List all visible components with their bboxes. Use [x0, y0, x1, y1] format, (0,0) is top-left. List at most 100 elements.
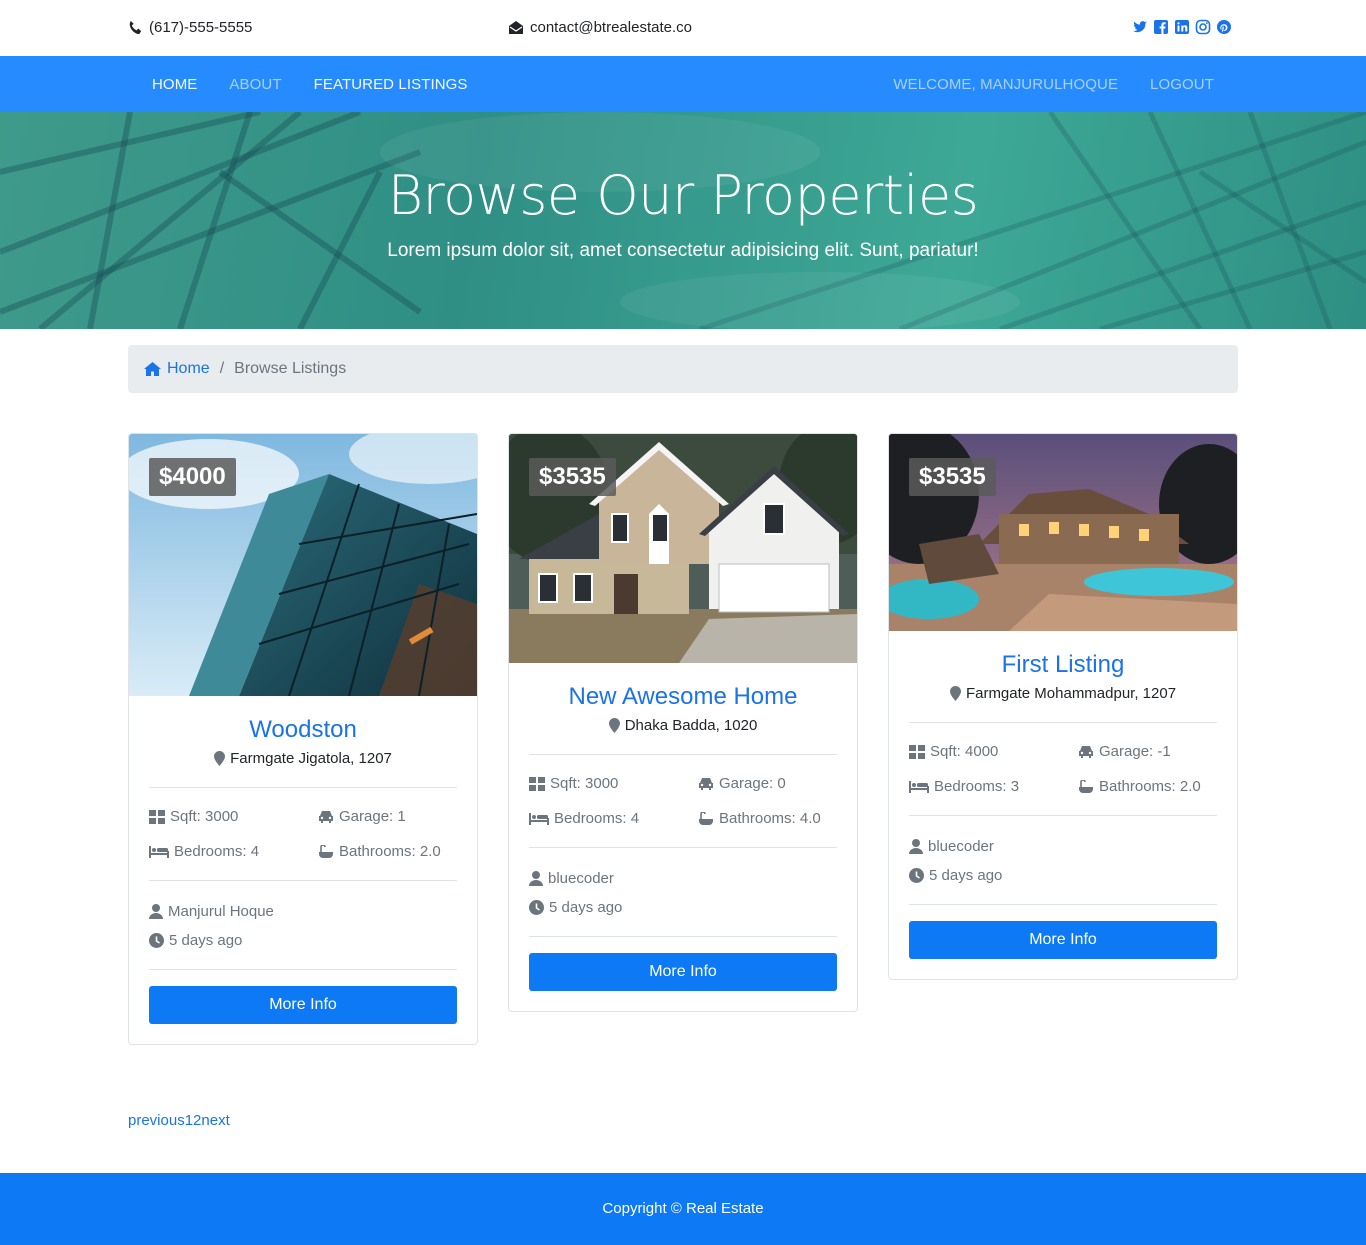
- linkedin-icon[interactable]: [1174, 19, 1190, 35]
- twitter-icon[interactable]: [1132, 19, 1148, 35]
- listing-image[interactable]: $3535: [509, 434, 857, 663]
- breadcrumb-separator: /: [219, 360, 225, 377]
- spec-bathrooms-label: Bathrooms: 4.0: [719, 810, 821, 827]
- nav-home[interactable]: Home: [136, 76, 213, 93]
- listing-title[interactable]: First Listing: [909, 651, 1217, 679]
- envelope-open-icon: [509, 21, 523, 34]
- spec-bathrooms-label: Bathrooms: 2.0: [1099, 778, 1201, 795]
- listing-specs: Sqft: 4000 Garage: -1 Bedrooms: 3 Bathro…: [909, 723, 1217, 815]
- nav-logout[interactable]: Logout: [1134, 76, 1230, 93]
- listing-posted: 5 days ago: [149, 932, 457, 949]
- listing-body: New Awesome Home Dhaka Badda, 1020 Sqft:…: [509, 683, 857, 991]
- listing-realtor-name: Manjurul Hoque: [168, 903, 274, 920]
- listing-location-text: Farmgate Mohammadpur, 1207: [965, 685, 1177, 702]
- bed-icon: [529, 812, 549, 825]
- bed-icon: [909, 780, 929, 793]
- more-info-button[interactable]: More Info: [909, 921, 1217, 959]
- breadcrumb-home[interactable]: Home: [144, 360, 210, 378]
- home-icon: [144, 362, 161, 376]
- user-icon: [529, 871, 543, 886]
- divider: [529, 936, 837, 937]
- email-address: contact@btrealestate.co: [530, 19, 692, 36]
- listing-price: $3535: [909, 458, 996, 496]
- listing-image[interactable]: $3535: [889, 434, 1237, 631]
- user-icon: [909, 839, 923, 854]
- spec-garage-label: Garage: -1: [1099, 743, 1171, 760]
- more-info-button[interactable]: More Info: [529, 953, 837, 991]
- top-contact-bar: (617)-555-5555 contact@btrealestate.co: [0, 0, 1366, 56]
- hero-title: Browse Our Properties: [387, 164, 979, 227]
- bed-icon: [149, 845, 169, 858]
- car-icon: [699, 778, 713, 790]
- spec-sqft: Sqft: 3000: [149, 808, 318, 825]
- pinterest-icon[interactable]: [1216, 19, 1232, 35]
- spec-bedrooms-label: Bedrooms: 4: [554, 810, 640, 827]
- nav-left: Home About Featured Listings: [136, 56, 484, 112]
- listing-meta: bluecoder 5 days ago: [529, 848, 837, 936]
- clock-icon: [909, 868, 924, 883]
- spec-sqft-label: Sqft: 4000: [930, 743, 999, 760]
- phone-icon: [129, 20, 142, 35]
- spec-bathrooms: Bathrooms: 2.0: [318, 843, 458, 860]
- listing-price: $3535: [529, 458, 616, 496]
- listing-location: Dhaka Badda, 1020: [529, 717, 837, 734]
- listing-posted: 5 days ago: [529, 899, 837, 916]
- listing-card: $4000 Woodston Farmgate Jigatola, 1207 S…: [128, 433, 478, 1045]
- spec-sqft: Sqft: 3000: [529, 775, 698, 792]
- nav-featured-listings[interactable]: Featured Listings: [298, 76, 484, 93]
- listing-body: Woodston Farmgate Jigatola, 1207 Sqft: 3…: [129, 716, 477, 1024]
- listing-realtor: bluecoder: [909, 838, 1217, 855]
- spec-bathrooms-label: Bathrooms: 2.0: [339, 843, 441, 860]
- bath-icon: [1079, 779, 1093, 793]
- map-marker-icon: [949, 686, 961, 701]
- pagination-previous[interactable]: previous: [128, 1112, 185, 1129]
- spec-bedrooms-label: Bedrooms: 4: [174, 843, 260, 860]
- listing-image[interactable]: $4000: [129, 434, 477, 696]
- email-info: contact@btrealestate.co: [508, 19, 692, 36]
- listing-specs: Sqft: 3000 Garage: 0 Bedrooms: 4 Bathroo…: [529, 755, 837, 847]
- social-links: [1132, 19, 1232, 35]
- divider: [909, 904, 1217, 905]
- user-icon: [149, 904, 163, 919]
- main-navbar: Home About Featured Listings Welcome, ma…: [0, 56, 1366, 112]
- listing-title[interactable]: New Awesome Home: [529, 683, 837, 711]
- grid-icon: [149, 809, 165, 824]
- spec-sqft-label: Sqft: 3000: [550, 775, 619, 792]
- listing-realtor: bluecoder: [529, 870, 837, 887]
- divider: [149, 969, 457, 970]
- listing-price: $4000: [149, 458, 236, 496]
- breadcrumb: Home / Browse Listings: [128, 345, 1238, 393]
- listing-title[interactable]: Woodston: [149, 716, 457, 744]
- facebook-icon[interactable]: [1153, 19, 1169, 35]
- spec-bathrooms: Bathrooms: 2.0: [1078, 778, 1218, 795]
- listing-body: First Listing Farmgate Mohammadpur, 1207…: [889, 651, 1237, 959]
- footer-copyright: Copyright © Real Estate: [602, 1200, 764, 1217]
- listing-posted-time: 5 days ago: [929, 867, 1003, 884]
- spec-garage-label: Garage: 0: [719, 775, 786, 792]
- listing-location: Farmgate Mohammadpur, 1207: [909, 685, 1217, 702]
- nav-right: Welcome, manjurulhoque Logout: [877, 56, 1230, 112]
- nav-about[interactable]: About: [213, 76, 297, 93]
- pagination-next[interactable]: next: [201, 1112, 229, 1129]
- map-marker-icon: [214, 751, 226, 766]
- footer: Copyright © Real Estate: [0, 1173, 1366, 1245]
- listing-location-text: Farmgate Jigatola, 1207: [230, 750, 392, 767]
- phone-number: (617)-555-5555: [149, 19, 253, 36]
- listing-specs: Sqft: 3000 Garage: 1 Bedrooms: 4 Bathroo…: [149, 788, 457, 880]
- spec-sqft: Sqft: 4000: [909, 743, 1078, 760]
- listing-posted-time: 5 days ago: [549, 899, 623, 916]
- listing-meta: bluecoder 5 days ago: [909, 816, 1217, 904]
- spec-bedrooms-label: Bedrooms: 3: [934, 778, 1020, 795]
- hero-subtitle: Lorem ipsum dolor sit, amet consectetur …: [387, 240, 979, 261]
- spec-bedrooms: Bedrooms: 4: [149, 843, 318, 860]
- pagination-page-1[interactable]: 1: [185, 1112, 193, 1129]
- hero-banner: Browse Our Properties Lorem ipsum dolor …: [0, 112, 1366, 329]
- more-info-button[interactable]: More Info: [149, 986, 457, 1024]
- spec-bedrooms: Bedrooms: 3: [909, 778, 1078, 795]
- nav-welcome-user[interactable]: Welcome, manjurulhoque: [877, 76, 1134, 93]
- instagram-icon[interactable]: [1195, 19, 1211, 35]
- clock-icon: [529, 900, 544, 915]
- listing-card: $3535 New Awesome Home Dhaka Badda, 1020…: [508, 433, 858, 1012]
- bath-icon: [319, 844, 333, 858]
- spec-garage: Garage: 0: [698, 775, 838, 792]
